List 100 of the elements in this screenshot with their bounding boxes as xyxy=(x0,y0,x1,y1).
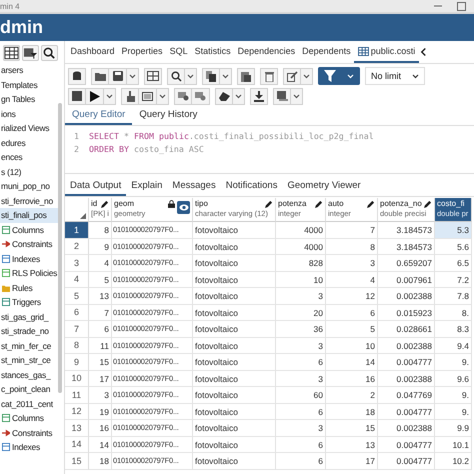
code-editor[interactable]: 1 SELECT * FROM public.costi_finali_possibili_loc_p2g_final 2 ORDER BY costo_fina ASC xyxy=(65,126,474,174)
table-filter-icon[interactable] xyxy=(22,45,39,61)
tab[interactable]: SQL xyxy=(166,42,192,62)
tree-item[interactable]: Columns xyxy=(12,222,44,237)
tab[interactable]: Dependents xyxy=(298,42,354,62)
tab[interactable]: Dashboard xyxy=(67,42,118,62)
eraser-button[interactable] xyxy=(215,88,233,104)
play-button[interactable] xyxy=(86,88,104,104)
search-icon[interactable] xyxy=(41,45,58,61)
macro-button[interactable] xyxy=(273,88,291,104)
tree-item[interactable]: muni_pop_no xyxy=(0,179,50,194)
row-number[interactable]: 13 xyxy=(65,420,89,436)
tree-item[interactable]: sti_gas_grid_ xyxy=(0,310,48,324)
tree-item[interactable]: Indexes xyxy=(12,440,40,454)
dropdown-button[interactable] xyxy=(127,68,139,84)
tree-item[interactable]: c_point_clean xyxy=(0,382,50,396)
result-tab[interactable]: Notifications xyxy=(220,178,282,196)
tab[interactable]: Properties xyxy=(118,42,166,62)
tree-item[interactable]: sti_finali_pos xyxy=(0,208,58,222)
commit-button[interactable] xyxy=(174,88,192,104)
pointer-button[interactable] xyxy=(121,88,139,104)
pencil-icon[interactable] xyxy=(367,200,375,208)
rollback-button[interactable] xyxy=(192,88,210,104)
row-number[interactable]: 9 xyxy=(65,354,89,370)
pencil-icon[interactable] xyxy=(101,200,109,208)
delete-button[interactable] xyxy=(260,68,278,84)
editor-tab[interactable]: Query Editor xyxy=(65,107,132,125)
tree-item[interactable]: Rules xyxy=(12,280,32,295)
result-tab[interactable]: Geometry Viewer xyxy=(282,178,366,196)
copy-button[interactable] xyxy=(202,68,220,84)
tree-item[interactable]: cat_2011_cent xyxy=(0,396,53,411)
result-tab[interactable]: Data Output xyxy=(65,178,126,196)
scrollbar[interactable] xyxy=(58,103,62,393)
tree-item[interactable]: ences xyxy=(0,150,22,164)
row-number[interactable]: 10 xyxy=(65,370,89,387)
dropdown-button[interactable] xyxy=(185,68,197,84)
pencil-icon[interactable] xyxy=(424,200,432,208)
tree-item[interactable]: Columns xyxy=(12,411,44,426)
paste-button[interactable] xyxy=(237,68,255,84)
row-number[interactable]: 12 xyxy=(65,404,89,420)
tree-item[interactable]: st_min_fer_ce xyxy=(0,338,52,353)
folder-button[interactable] xyxy=(91,68,109,84)
row-number[interactable]: 14 xyxy=(65,436,89,453)
tree-item[interactable]: sti_ferrovie_no xyxy=(0,194,54,208)
tree-item[interactable]: ions xyxy=(0,106,16,121)
chevron-left-icon[interactable] xyxy=(420,47,427,57)
dropdown-button[interactable] xyxy=(157,88,169,104)
row-number[interactable]: 11 xyxy=(65,387,89,404)
filter-button[interactable] xyxy=(318,67,360,85)
tree-item[interactable]: gn Tables xyxy=(0,92,35,106)
tab[interactable]: Statistics xyxy=(191,42,234,62)
row-number[interactable]: 4 xyxy=(65,272,89,288)
grid-button[interactable] xyxy=(144,68,162,84)
edit-button[interactable] xyxy=(283,68,301,84)
view-geometry-button[interactable] xyxy=(177,201,190,214)
tree-item[interactable]: Triggers xyxy=(12,295,41,310)
maximize-icon[interactable] xyxy=(457,2,466,10)
editor-tab[interactable]: Query History xyxy=(132,107,204,125)
tree-item[interactable]: sti_strade_no xyxy=(0,324,49,338)
row-number[interactable]: 2 xyxy=(65,238,89,255)
tree-item[interactable]: Constraints xyxy=(12,237,52,252)
dropdown-button[interactable] xyxy=(104,88,116,104)
tree-item[interactable]: arsers xyxy=(0,63,24,78)
row-number[interactable]: 5 xyxy=(65,288,89,304)
tree-item[interactable]: s (12) xyxy=(0,164,22,179)
tree-item[interactable]: Templates xyxy=(0,78,38,92)
grid-icon[interactable] xyxy=(3,45,20,61)
panel-button[interactable] xyxy=(139,88,157,104)
row-number[interactable]: 7 xyxy=(65,321,89,338)
table-cell: 6 xyxy=(104,324,109,334)
limit-dropdown[interactable]: No limit xyxy=(365,67,425,85)
row-number[interactable]: 6 xyxy=(65,304,89,321)
dropdown-button[interactable] xyxy=(291,88,303,104)
tree-item[interactable]: Constraints xyxy=(12,426,52,440)
pencil-icon[interactable] xyxy=(265,200,273,208)
save-button[interactable] xyxy=(109,68,127,84)
row-number[interactable]: 8 xyxy=(65,338,89,354)
row-number[interactable]: 15 xyxy=(65,453,89,470)
tab[interactable]: Dependencies xyxy=(234,42,299,62)
database-button[interactable] xyxy=(68,68,86,84)
result-tab[interactable]: Messages xyxy=(167,178,221,196)
tree-item[interactable]: st_min_str_ce xyxy=(0,353,51,368)
stop-button[interactable] xyxy=(68,88,86,104)
dropdown-button[interactable] xyxy=(233,88,245,104)
table-cell: 3 xyxy=(318,291,323,301)
pencil-icon[interactable] xyxy=(315,200,323,208)
tree-item[interactable]: Indexes xyxy=(12,252,40,266)
tree-item[interactable]: edures xyxy=(0,136,26,150)
row-number[interactable]: 1 xyxy=(65,222,89,238)
tree-item[interactable]: stances_gas_ xyxy=(0,368,50,382)
tree-item[interactable]: rialized Views xyxy=(0,121,50,136)
dropdown-button[interactable] xyxy=(220,68,232,84)
tree-item[interactable]: RLS Policies xyxy=(12,266,58,280)
result-tab[interactable]: Explain xyxy=(126,178,168,196)
search-button[interactable] xyxy=(167,68,185,84)
tab[interactable]: public.costi xyxy=(354,42,419,62)
dropdown-button[interactable] xyxy=(301,68,313,84)
download-button[interactable] xyxy=(250,88,268,104)
row-number[interactable]: 3 xyxy=(65,255,89,272)
line-number: 2 xyxy=(73,144,80,154)
